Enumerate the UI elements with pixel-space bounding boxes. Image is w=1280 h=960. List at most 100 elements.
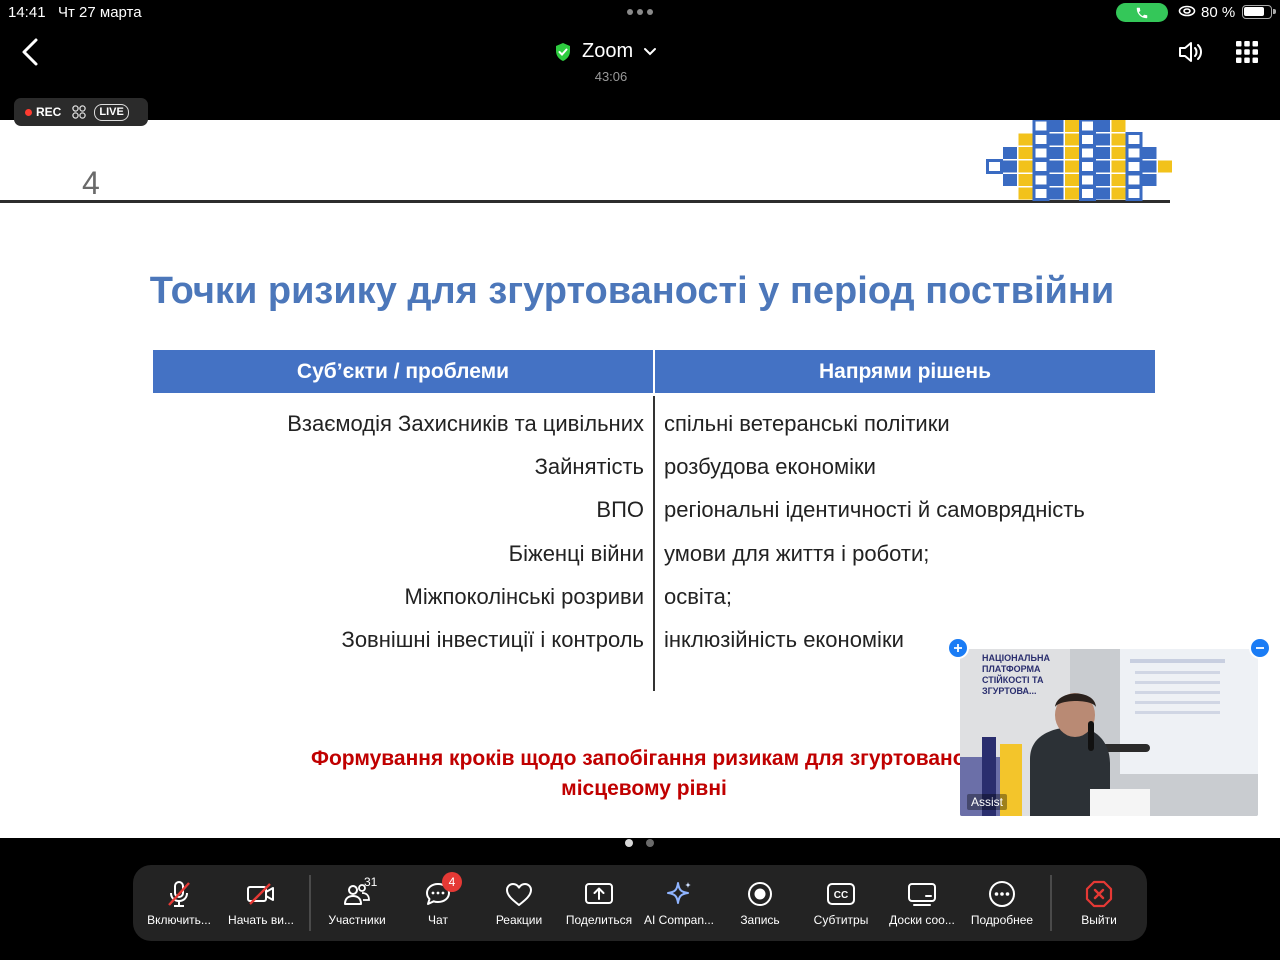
status-bar: 14:41 Чт 27 марта 80 % [0, 0, 1280, 24]
toolbar-label: Участники [328, 913, 386, 927]
toolbar-label: Подробнее [970, 913, 1034, 927]
active-call-indicator[interactable] [1116, 3, 1168, 22]
ornament-tile [1125, 132, 1143, 147]
captions-button[interactable]: CC Субтитры [801, 865, 881, 941]
mic-off-icon [168, 881, 190, 907]
chat-button[interactable]: 4 Чат [398, 865, 478, 941]
ornament-tile [1079, 186, 1096, 201]
minimize-video-button[interactable] [1249, 637, 1271, 659]
page-dot[interactable] [646, 839, 654, 847]
svg-text:CC: CC [834, 890, 848, 901]
ornament-tile [1142, 174, 1157, 186]
ornament-tile [1065, 120, 1079, 132]
ornament-tile [1125, 145, 1143, 161]
toolbar-label: AI Compan... [643, 913, 715, 927]
expand-video-button[interactable] [947, 637, 969, 659]
leave-icon [1085, 880, 1113, 908]
ornament-tile [1003, 160, 1017, 173]
ai-companion-button[interactable]: AI Compan... [639, 865, 719, 941]
unmute-button[interactable]: Включить... [139, 865, 219, 941]
list-item: Зовнішні інвестиції і контроль [341, 626, 644, 652]
ornament-tile [1018, 160, 1033, 173]
ornament-tile [1096, 133, 1110, 146]
back-button[interactable] [16, 36, 44, 68]
link-icon [1178, 4, 1196, 22]
ornament-tile [1079, 120, 1096, 134]
clock: 14:41 [8, 4, 46, 21]
participants-count: 31 [364, 875, 378, 889]
whiteboard-icon [908, 883, 936, 906]
record-button[interactable]: Запись [720, 865, 800, 941]
toolbar-label: Субтитры [813, 913, 869, 927]
list-item: умови для життя і роботи; [664, 540, 930, 566]
ornament-tile [1079, 145, 1096, 161]
toolbar-separator [309, 875, 311, 931]
meeting-header: Zoom 43:06 [0, 24, 1280, 88]
ornament-tile [1018, 133, 1033, 146]
page-dot-active[interactable] [625, 839, 633, 847]
reactions-button[interactable]: Реакции [479, 865, 559, 941]
gallery-icon [72, 105, 87, 119]
plus-icon [954, 644, 962, 652]
ornament-tile [1018, 187, 1033, 200]
zoom-meeting-screen: 14:41 Чт 27 марта 80 % Zoom 43:06 REC LI… [0, 0, 1280, 960]
solutions-list: спільні ветеранські політики розбудова е… [664, 407, 1224, 666]
leave-button[interactable]: Выйти [1059, 865, 1139, 941]
page-indicator[interactable] [625, 839, 654, 847]
list-item: освіта; [664, 583, 732, 609]
multitasking-dots-icon[interactable] [627, 9, 653, 15]
ornament-tile [1065, 133, 1079, 146]
meeting-title-dropdown[interactable]: Zoom [554, 40, 657, 63]
subjects-list: Взаємодія Захисників та цивільних Зайнят… [153, 407, 644, 666]
ornament-tile [1032, 145, 1050, 161]
view-grid-button[interactable] [1235, 40, 1259, 69]
ornament-tile [1111, 133, 1126, 146]
ornament-tile [1096, 160, 1110, 173]
grid-icon [1236, 41, 1258, 63]
recording-indicator[interactable]: REC LIVE [14, 98, 148, 126]
ornament-tile [1111, 120, 1126, 132]
toolbar-separator [1050, 875, 1052, 931]
toolbar-label: Запись [740, 913, 780, 927]
list-item: Взаємодія Захисників та цивільних [287, 411, 644, 436]
ornament-tile [1096, 147, 1110, 159]
whiteboards-button[interactable]: Доски соо... [882, 865, 962, 941]
toolbar-label: Выйти [1081, 913, 1117, 927]
ornament-tile [1125, 159, 1143, 174]
rec-label: REC [36, 105, 62, 119]
meeting-title: Zoom [582, 40, 634, 62]
list-item: розбудова економіки [664, 454, 876, 480]
participants-button[interactable]: 31 Участники [317, 865, 397, 941]
ornament-tile [1096, 174, 1110, 186]
meeting-timer: 43:06 [594, 69, 628, 84]
list-item: Міжпоколінські розриви [404, 583, 644, 609]
ornament-tile [1065, 147, 1079, 159]
shield-check-icon [556, 42, 570, 61]
share-icon [585, 883, 613, 904]
share-button[interactable]: Поделиться [559, 865, 639, 941]
more-icon [989, 881, 1015, 907]
speaker-button[interactable] [1176, 38, 1204, 71]
video-off-icon [247, 883, 274, 905]
sparkle-icon [667, 882, 691, 904]
ornament-tile [1049, 160, 1064, 173]
ornament-tile [1018, 147, 1033, 159]
ornament-tile [1065, 160, 1079, 173]
toolbar-label: Поделиться [565, 913, 633, 927]
more-button[interactable]: Подробнее [962, 865, 1042, 941]
ornament-tile [1079, 159, 1096, 174]
video-tile[interactable]: НАЦІОНАЛЬНА ПЛАТФОРМА СТІЙКОСТІ ТА ЗГУРТ… [960, 649, 1258, 816]
poster-text: НАЦІОНАЛЬНА ПЛАТФОРМА СТІЙКОСТІ ТА ЗГУРТ… [982, 653, 1050, 696]
ornament-tile [1003, 147, 1017, 159]
ornament-tile [1111, 187, 1126, 200]
minus-icon [1256, 647, 1264, 649]
live-badge: LIVE [94, 103, 129, 121]
ornament-tile [1032, 172, 1050, 188]
ornament-tile [1111, 160, 1126, 173]
unread-chat-badge: 4 [442, 872, 462, 892]
ornament-tile [1142, 160, 1157, 173]
start-video-button[interactable]: Начать ви... [221, 865, 301, 941]
ornament-tile [1142, 147, 1157, 159]
ornament-tile [1125, 172, 1143, 188]
chevron-down-icon [644, 47, 657, 55]
